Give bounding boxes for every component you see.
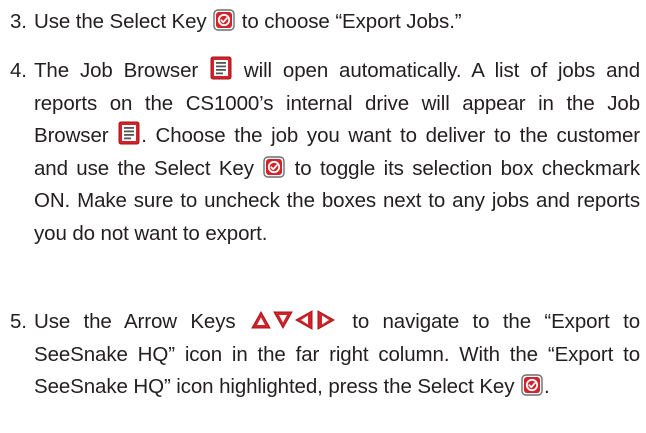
step-4: 4. The Job Browser will open automatical… <box>0 55 640 251</box>
step-3: 3. Use the Select Key to choose “Export … <box>0 6 640 39</box>
job-browser-icon <box>118 121 140 145</box>
text-run: Use the Arrow Keys <box>34 310 249 333</box>
step-number: 4. <box>10 59 27 82</box>
text-run: Use the Select Key <box>34 10 213 33</box>
step-text: The Job Browser will open automatically.… <box>34 55 640 251</box>
job-browser-icon <box>210 56 232 80</box>
arrow-keys-icon <box>250 309 338 331</box>
step-number: 5. <box>10 310 27 333</box>
step-5: 5. Use the Arrow Keys to navigate to the… <box>0 306 640 404</box>
text-run: The Job Browser <box>34 59 210 82</box>
text-run: to choose “Export Jobs.” <box>236 10 462 33</box>
step-text: Use the Select Key to choose “Export Job… <box>34 6 640 39</box>
select-key-icon <box>521 374 543 396</box>
step-number: 3. <box>10 10 27 33</box>
select-key-icon <box>263 156 285 178</box>
select-key-icon <box>213 9 235 31</box>
manual-page: 3. Use the Select Key to choose “Export … <box>0 0 646 433</box>
text-run: . <box>543 375 550 399</box>
step-text: Use the Arrow Keys to navigate to the “E… <box>34 306 640 404</box>
